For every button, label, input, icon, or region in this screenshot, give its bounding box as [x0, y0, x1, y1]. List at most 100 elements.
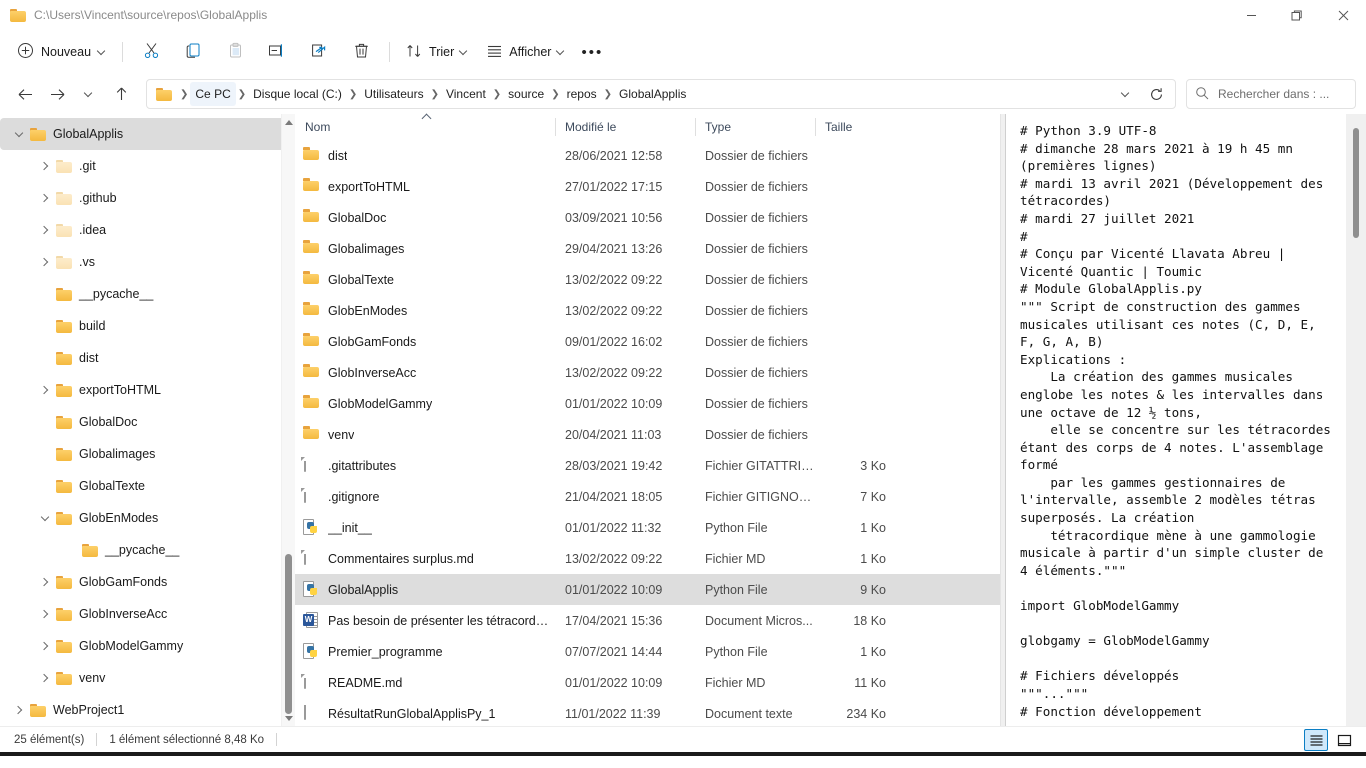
navigation-scrollbar[interactable]	[281, 114, 295, 726]
file-name-cell: GlobalApplis	[295, 581, 555, 598]
view-button[interactable]: Afficher	[477, 36, 574, 68]
scroll-up-arrow[interactable]	[282, 114, 295, 130]
chevron-right-icon[interactable]	[34, 187, 56, 209]
tree-item-dist[interactable]: dist	[0, 342, 289, 374]
file-name-label: Pas besoin de présenter les tétracordes …	[328, 613, 555, 628]
column-header-size[interactable]: Taille	[815, 114, 900, 140]
minimize-button[interactable]	[1228, 0, 1274, 30]
table-row[interactable]: .gitattributes 28/03/2021 19:42 Fichier GI…	[295, 450, 1000, 481]
tree-item-globgamfonds[interactable]: GlobGamFonds	[0, 566, 289, 598]
rename-button[interactable]	[256, 36, 298, 68]
share-button[interactable]	[298, 36, 340, 68]
table-row[interactable]: Globalimages 29/04/2021 13:26 Dossier de f…	[295, 233, 1000, 264]
table-row[interactable]: Premier_programme 07/07/2021 14:44 Python …	[295, 636, 1000, 667]
back-button[interactable]	[10, 79, 40, 109]
maximize-restore-button[interactable]	[1274, 0, 1320, 30]
tree-item--pycache-[interactable]: __pycache__	[0, 534, 289, 566]
folder-icon	[303, 240, 319, 257]
forward-button[interactable]	[42, 79, 72, 109]
table-row[interactable]: __init__ 01/01/2022 11:32 Python File 1 Ko	[295, 512, 1000, 543]
tree-item-build[interactable]: build	[0, 310, 289, 342]
tree-item--pycache-[interactable]: __pycache__	[0, 278, 289, 310]
preview-scrollbar-thumb[interactable]	[1353, 128, 1359, 238]
breadcrumb[interactable]: ❯ Ce PC ❯ Disque local (C:) ❯ Utilisateu…	[146, 79, 1176, 109]
breadcrumb-dropdown-button[interactable]	[1111, 79, 1141, 109]
tree-item-webproject1[interactable]: WebProject1	[0, 694, 289, 726]
table-row[interactable]: RésultatRunGlobalApplisPy_1 11/01/2022 11…	[295, 698, 1000, 726]
tree-item-venv[interactable]: venv	[0, 662, 289, 694]
table-row[interactable]: GlobInverseAcc 13/02/2022 09:22 Dossier de…	[295, 357, 1000, 388]
cut-button[interactable]	[130, 36, 172, 68]
chevron-down-icon[interactable]	[34, 507, 56, 529]
table-row[interactable]: GlobalTexte 13/02/2022 09:22 Dossier de fi…	[295, 264, 1000, 295]
table-row[interactable]: dist 28/06/2021 12:58 Dossier de fichiers	[295, 140, 1000, 171]
tree-item-globinverseacc[interactable]: GlobInverseAcc	[0, 598, 289, 630]
table-row[interactable]: exportToHTML 27/01/2022 17:15 Dossier de f…	[295, 171, 1000, 202]
table-row[interactable]: GlobGamFonds 09/01/2022 16:02 Dossier de f…	[295, 326, 1000, 357]
table-row[interactable]: GlobModelGammy 01/01/2022 10:09 Dossier de…	[295, 388, 1000, 419]
more-options-button[interactable]: •••	[574, 36, 610, 68]
delete-button[interactable]	[340, 36, 382, 68]
up-button[interactable]	[106, 79, 136, 109]
new-button[interactable]: Nouveau	[10, 37, 115, 67]
refresh-button[interactable]	[1141, 79, 1171, 109]
search-input[interactable]: Rechercher dans : ...	[1186, 79, 1356, 109]
details-pane-button[interactable]	[1332, 729, 1356, 751]
file-name-label: README.md	[328, 675, 403, 690]
recent-locations-button[interactable]	[74, 79, 104, 109]
tree-item-globaltexte[interactable]: GlobalTexte	[0, 470, 289, 502]
chevron-right-icon[interactable]	[34, 571, 56, 593]
column-header-modified[interactable]: Modifié le	[555, 114, 695, 140]
copy-button[interactable]	[172, 36, 214, 68]
chevron-right-icon[interactable]	[8, 699, 30, 721]
breadcrumb-item-1[interactable]: Disque local (C:)	[248, 82, 347, 106]
tree-item--idea[interactable]: .idea	[0, 214, 289, 246]
breadcrumb-item-6[interactable]: GlobalApplis	[614, 82, 691, 106]
tree-item--github[interactable]: .github	[0, 182, 289, 214]
table-row[interactable]: GlobalDoc 03/09/2021 10:56 Dossier de fich…	[295, 202, 1000, 233]
selection-info-label: 1 élément sélectionné 8,48 Ko	[109, 733, 265, 746]
breadcrumb-item-0[interactable]: Ce PC	[190, 82, 236, 106]
chevron-right-icon[interactable]	[34, 219, 56, 241]
table-row[interactable]: .gitignore 21/04/2021 18:05 Fichier GITIGN…	[295, 481, 1000, 512]
close-button[interactable]	[1320, 0, 1366, 30]
table-row[interactable]: W Pas besoin de présenter les tétracordes…	[295, 605, 1000, 636]
details-view-button[interactable]	[1304, 729, 1328, 751]
chevron-right-icon[interactable]	[34, 603, 56, 625]
navigation-scrollbar-thumb[interactable]	[285, 554, 292, 714]
table-row[interactable]: venv 20/04/2021 11:03 Dossier de fichiers	[295, 419, 1000, 450]
chevron-right-icon[interactable]	[34, 379, 56, 401]
sort-button[interactable]: Trier	[397, 36, 477, 68]
breadcrumb-item-3[interactable]: Vincent	[441, 82, 491, 106]
tree-item-globenmodes[interactable]: GlobEnModes	[0, 502, 289, 534]
chevron-right-icon[interactable]	[34, 155, 56, 177]
chevron-right-icon[interactable]	[34, 635, 56, 657]
sort-icon	[406, 43, 423, 62]
column-header-name[interactable]: Nom	[295, 114, 555, 140]
table-row[interactable]: GlobalApplis 01/01/2022 10:09 Python File 9…	[295, 574, 1000, 605]
table-row[interactable]: GlobEnModes 13/02/2022 09:22 Dossier de fi…	[295, 295, 1000, 326]
chevron-right-icon[interactable]	[34, 251, 56, 273]
tree-item-exporttohtml[interactable]: exportToHTML	[0, 374, 289, 406]
folder-icon	[56, 319, 72, 333]
tree-item--vs[interactable]: .vs	[0, 246, 289, 278]
folder-icon	[56, 383, 72, 397]
breadcrumb-item-5[interactable]: repos	[562, 82, 602, 106]
scroll-down-arrow[interactable]	[282, 710, 295, 726]
breadcrumb-separator: ❯	[551, 88, 560, 100]
tree-item-globalimages[interactable]: Globalimages	[0, 438, 289, 470]
breadcrumb-item-4[interactable]: source	[503, 82, 549, 106]
tree-item-globalapplis[interactable]: GlobalApplis	[0, 118, 289, 150]
tree-item--git[interactable]: .git	[0, 150, 289, 182]
table-row[interactable]: Commentaires surplus.md 13/02/2022 09:22 F…	[295, 543, 1000, 574]
chevron-down-icon[interactable]	[8, 123, 30, 145]
tree-item-globaldoc[interactable]: GlobalDoc	[0, 406, 289, 438]
breadcrumb-item-2[interactable]: Utilisateurs	[359, 82, 428, 106]
tree-item-globmodelgammy[interactable]: GlobModelGammy	[0, 630, 289, 662]
table-row[interactable]: README.md 01/01/2022 10:09 Fichier MD 11 Ko	[295, 667, 1000, 698]
preview-scrollbar[interactable]	[1349, 120, 1363, 720]
column-header-type[interactable]: Type	[695, 114, 815, 140]
chevron-right-icon[interactable]	[34, 667, 56, 689]
folder-icon	[56, 351, 72, 365]
